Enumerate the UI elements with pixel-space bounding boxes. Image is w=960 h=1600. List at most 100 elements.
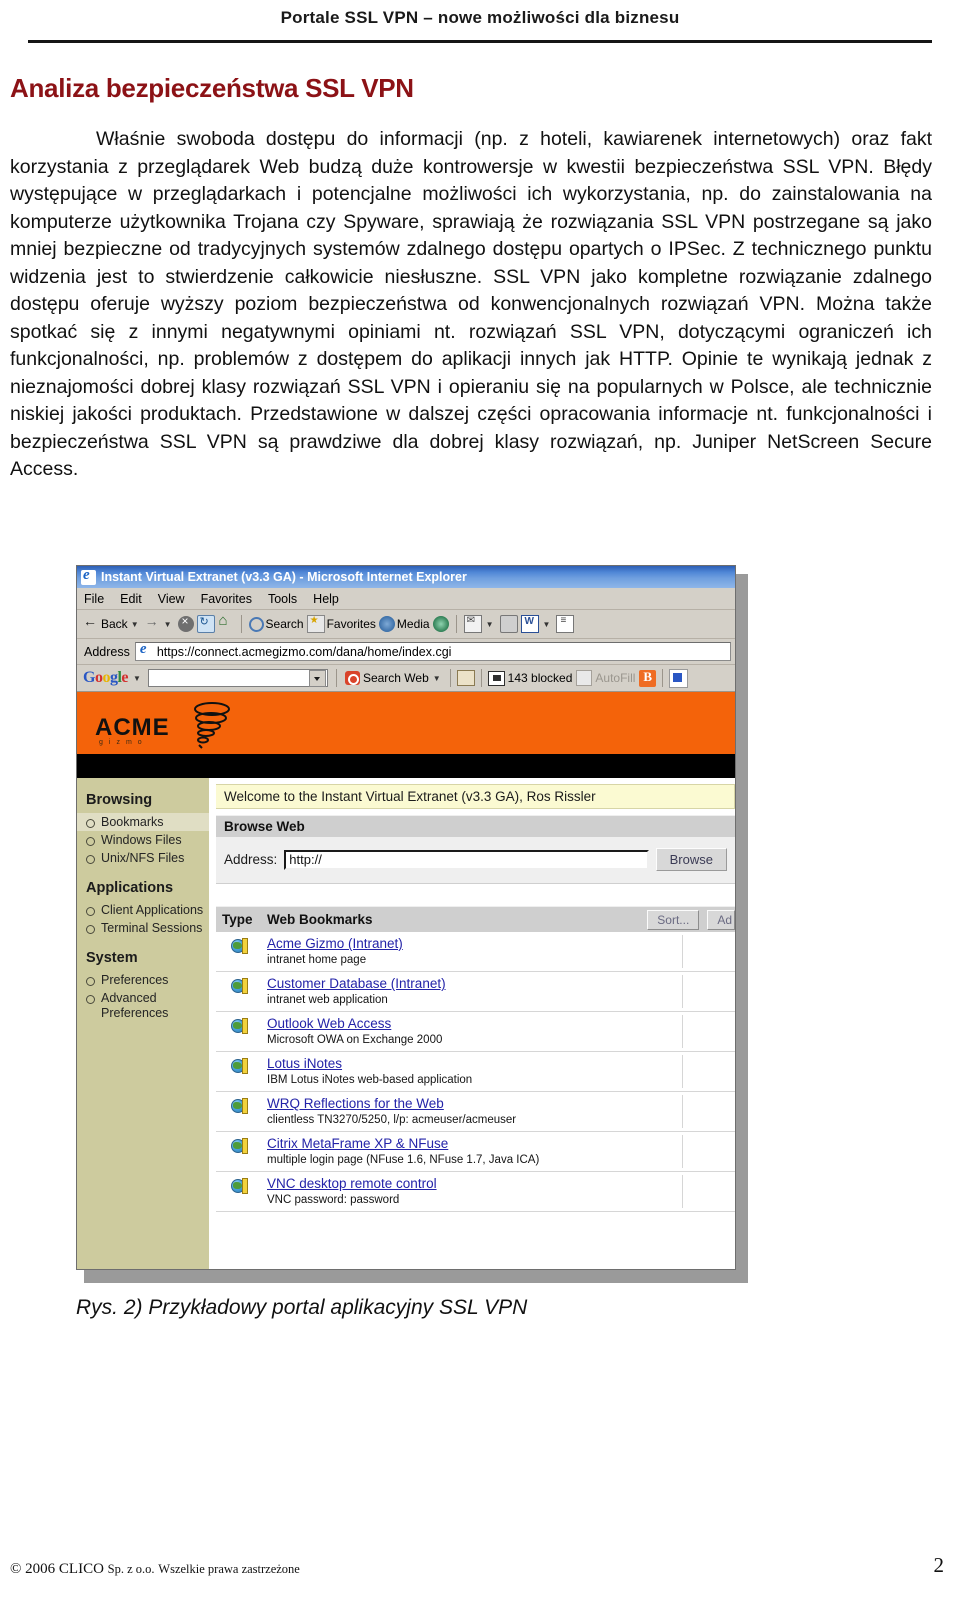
- table-row[interactable]: Outlook Web Access Microsoft OWA on Exch…: [216, 1012, 735, 1052]
- edit-icon[interactable]: [556, 615, 575, 633]
- browse-address-input[interactable]: http://: [284, 849, 649, 870]
- word-icon[interactable]: [520, 615, 539, 633]
- google-options-icon[interactable]: [669, 668, 689, 688]
- page-icon: [138, 643, 153, 659]
- chevron-down-icon-forward[interactable]: ▼: [164, 620, 172, 629]
- media-button[interactable]: Media: [378, 616, 430, 632]
- sidebar-item-advanced-preferences[interactable]: Advanced Preferences: [77, 989, 209, 1022]
- sidebar-item-client-applications[interactable]: Client Applications: [77, 901, 209, 919]
- browser-toolbar: Back ▼ ▼ Search Favorites Media: [77, 610, 735, 639]
- print-icon[interactable]: [499, 615, 518, 633]
- bookmark-link[interactable]: Acme Gizmo (Intranet): [267, 935, 403, 952]
- browse-web-heading: Browse Web: [216, 815, 735, 837]
- popup-blocker-button[interactable]: 143 blocked: [487, 670, 572, 686]
- portal-main: Welcome to the Instant Virtual Extranet …: [210, 778, 735, 1269]
- menu-item-help[interactable]: Help: [313, 592, 339, 606]
- sidebar-item-preferences[interactable]: Preferences: [77, 971, 209, 989]
- autofill-label: AutoFill: [595, 671, 636, 685]
- table-row[interactable]: WRQ Reflections for the Web clientless T…: [216, 1092, 735, 1132]
- footer-company-form: Sp. z o.o.: [107, 1562, 155, 1576]
- radio-icon: [86, 994, 95, 1004]
- mail-icon[interactable]: [463, 615, 482, 633]
- search-label: Search: [265, 617, 304, 631]
- body-paragraph: Właśnie swoboda dostępu do informacji (n…: [10, 128, 932, 480]
- favorites-button[interactable]: Favorites: [306, 615, 376, 633]
- sort-button[interactable]: Sort...: [647, 909, 700, 930]
- back-label: Back: [101, 617, 128, 631]
- page-title: Analiza bezpieczeństwa SSL VPN: [10, 73, 414, 103]
- bookmark-description: Microsoft OWA on Exchange 2000: [267, 1034, 443, 1046]
- star-icon: [306, 615, 325, 633]
- bookmark-text-cell: Acme Gizmo (Intranet) intranet home page: [262, 935, 682, 968]
- sidebar-item-bookmarks[interactable]: Bookmarks: [77, 813, 209, 831]
- bookmark-text-cell: Lotus iNotes IBM Lotus iNotes web-based …: [262, 1055, 682, 1088]
- add-button[interactable]: Ad: [707, 909, 735, 930]
- bookmark-description: multiple login page (NFuse 1.6, NFuse 1.…: [267, 1154, 540, 1166]
- bookmark-text-cell: VNC desktop remote control VNC password:…: [262, 1175, 682, 1208]
- bookmark-link[interactable]: Citrix MetaFrame XP & NFuse: [267, 1135, 448, 1152]
- bookmark-description: intranet home page: [267, 954, 367, 966]
- browser-title: Instant Virtual Extranet (v3.3 GA) - Mic…: [101, 570, 467, 584]
- bookmark-link[interactable]: WRQ Reflections for the Web: [267, 1095, 444, 1112]
- sidebar-item-terminal-sessions[interactable]: Terminal Sessions: [77, 919, 209, 937]
- bookmark-type-cell: [216, 1055, 262, 1075]
- autofill-button[interactable]: AutoFill: [576, 670, 635, 686]
- blogger-icon[interactable]: [639, 669, 657, 687]
- header-divider: [28, 40, 932, 43]
- bookmark-description: clientless TN3270/5250, l/p: acmeuser/ac…: [267, 1114, 517, 1126]
- browse-button[interactable]: Browse: [655, 848, 727, 871]
- table-row[interactable]: Citrix MetaFrame XP & NFuse multiple log…: [216, 1132, 735, 1172]
- forward-button[interactable]: ▼: [145, 613, 175, 632]
- bookmark-link[interactable]: Lotus iNotes: [267, 1055, 342, 1072]
- sidebar-item-label: Client Applications: [101, 902, 204, 917]
- portal-black-bar: [77, 754, 735, 778]
- web-bookmark-icon: [230, 938, 248, 955]
- sidebar-item-label: Unix/NFS Files: [101, 850, 185, 865]
- popup-blocker-icon: [487, 670, 505, 686]
- browse-web-row: Address: http:// Browse: [216, 837, 735, 884]
- sidebar-item-unix-nfs-files[interactable]: Unix/NFS Files: [77, 849, 209, 867]
- menu-item-tools[interactable]: Tools: [268, 592, 297, 606]
- table-row[interactable]: VNC desktop remote control VNC password:…: [216, 1172, 735, 1212]
- chevron-down-icon-gsearch[interactable]: ▼: [433, 674, 441, 683]
- table-row[interactable]: Customer Database (Intranet) intranet we…: [216, 972, 735, 1012]
- media-label: Media: [396, 617, 430, 631]
- bookmark-text-cell: WRQ Reflections for the Web clientless T…: [262, 1095, 682, 1128]
- sidebar-heading-browsing: Browsing: [86, 792, 153, 808]
- chevron-down-icon-word[interactable]: ▼: [543, 620, 551, 629]
- search-button[interactable]: Search: [248, 616, 304, 632]
- chevron-down-icon[interactable]: ▼: [131, 620, 139, 629]
- address-value: https://connect.acmegizmo.com/dana/home/…: [156, 644, 452, 659]
- google-menu-chevron-icon[interactable]: ▼: [133, 674, 141, 683]
- refresh-icon[interactable]: [196, 615, 215, 633]
- bookmark-link[interactable]: Customer Database (Intranet): [267, 975, 446, 992]
- bookmark-actions-cell: [682, 1175, 735, 1208]
- bookmark-actions-cell: [682, 1135, 735, 1168]
- back-button[interactable]: Back ▼: [83, 613, 142, 632]
- menu-item-file[interactable]: File: [84, 592, 104, 606]
- chevron-down-icon-mail[interactable]: ▼: [486, 620, 494, 629]
- google-history-dropdown-icon[interactable]: [308, 669, 326, 687]
- menu-item-view[interactable]: View: [158, 592, 185, 606]
- bookmark-link[interactable]: VNC desktop remote control: [267, 1175, 437, 1192]
- sidebar-item-windows-files[interactable]: Windows Files: [77, 831, 209, 849]
- table-row[interactable]: Lotus iNotes IBM Lotus iNotes web-based …: [216, 1052, 735, 1092]
- google-search-input[interactable]: [147, 669, 328, 687]
- bookmark-type-cell: [216, 1095, 262, 1115]
- sidebar-heading-system: System: [86, 950, 138, 966]
- copyright-symbol: ©: [10, 1561, 22, 1577]
- table-row[interactable]: Acme Gizmo (Intranet) intranet home page: [216, 932, 735, 972]
- menu-item-favorites[interactable]: Favorites: [201, 592, 252, 606]
- web-bookmark-icon: [230, 1018, 248, 1035]
- pagerank-icon[interactable]: [456, 670, 475, 686]
- stop-icon[interactable]: [177, 614, 194, 632]
- bookmark-type-cell: [216, 1175, 262, 1195]
- google-search-web-button[interactable]: Search Web ▼: [344, 671, 444, 685]
- address-input[interactable]: https://connect.acmegizmo.com/dana/home/…: [134, 642, 731, 661]
- menu-item-edit[interactable]: Edit: [120, 592, 142, 606]
- history-icon[interactable]: [432, 616, 449, 632]
- radio-icon: [86, 906, 95, 916]
- google-search-web-label: Search Web: [362, 671, 429, 685]
- bookmark-link[interactable]: Outlook Web Access: [267, 1015, 391, 1032]
- home-icon[interactable]: [218, 612, 234, 632]
